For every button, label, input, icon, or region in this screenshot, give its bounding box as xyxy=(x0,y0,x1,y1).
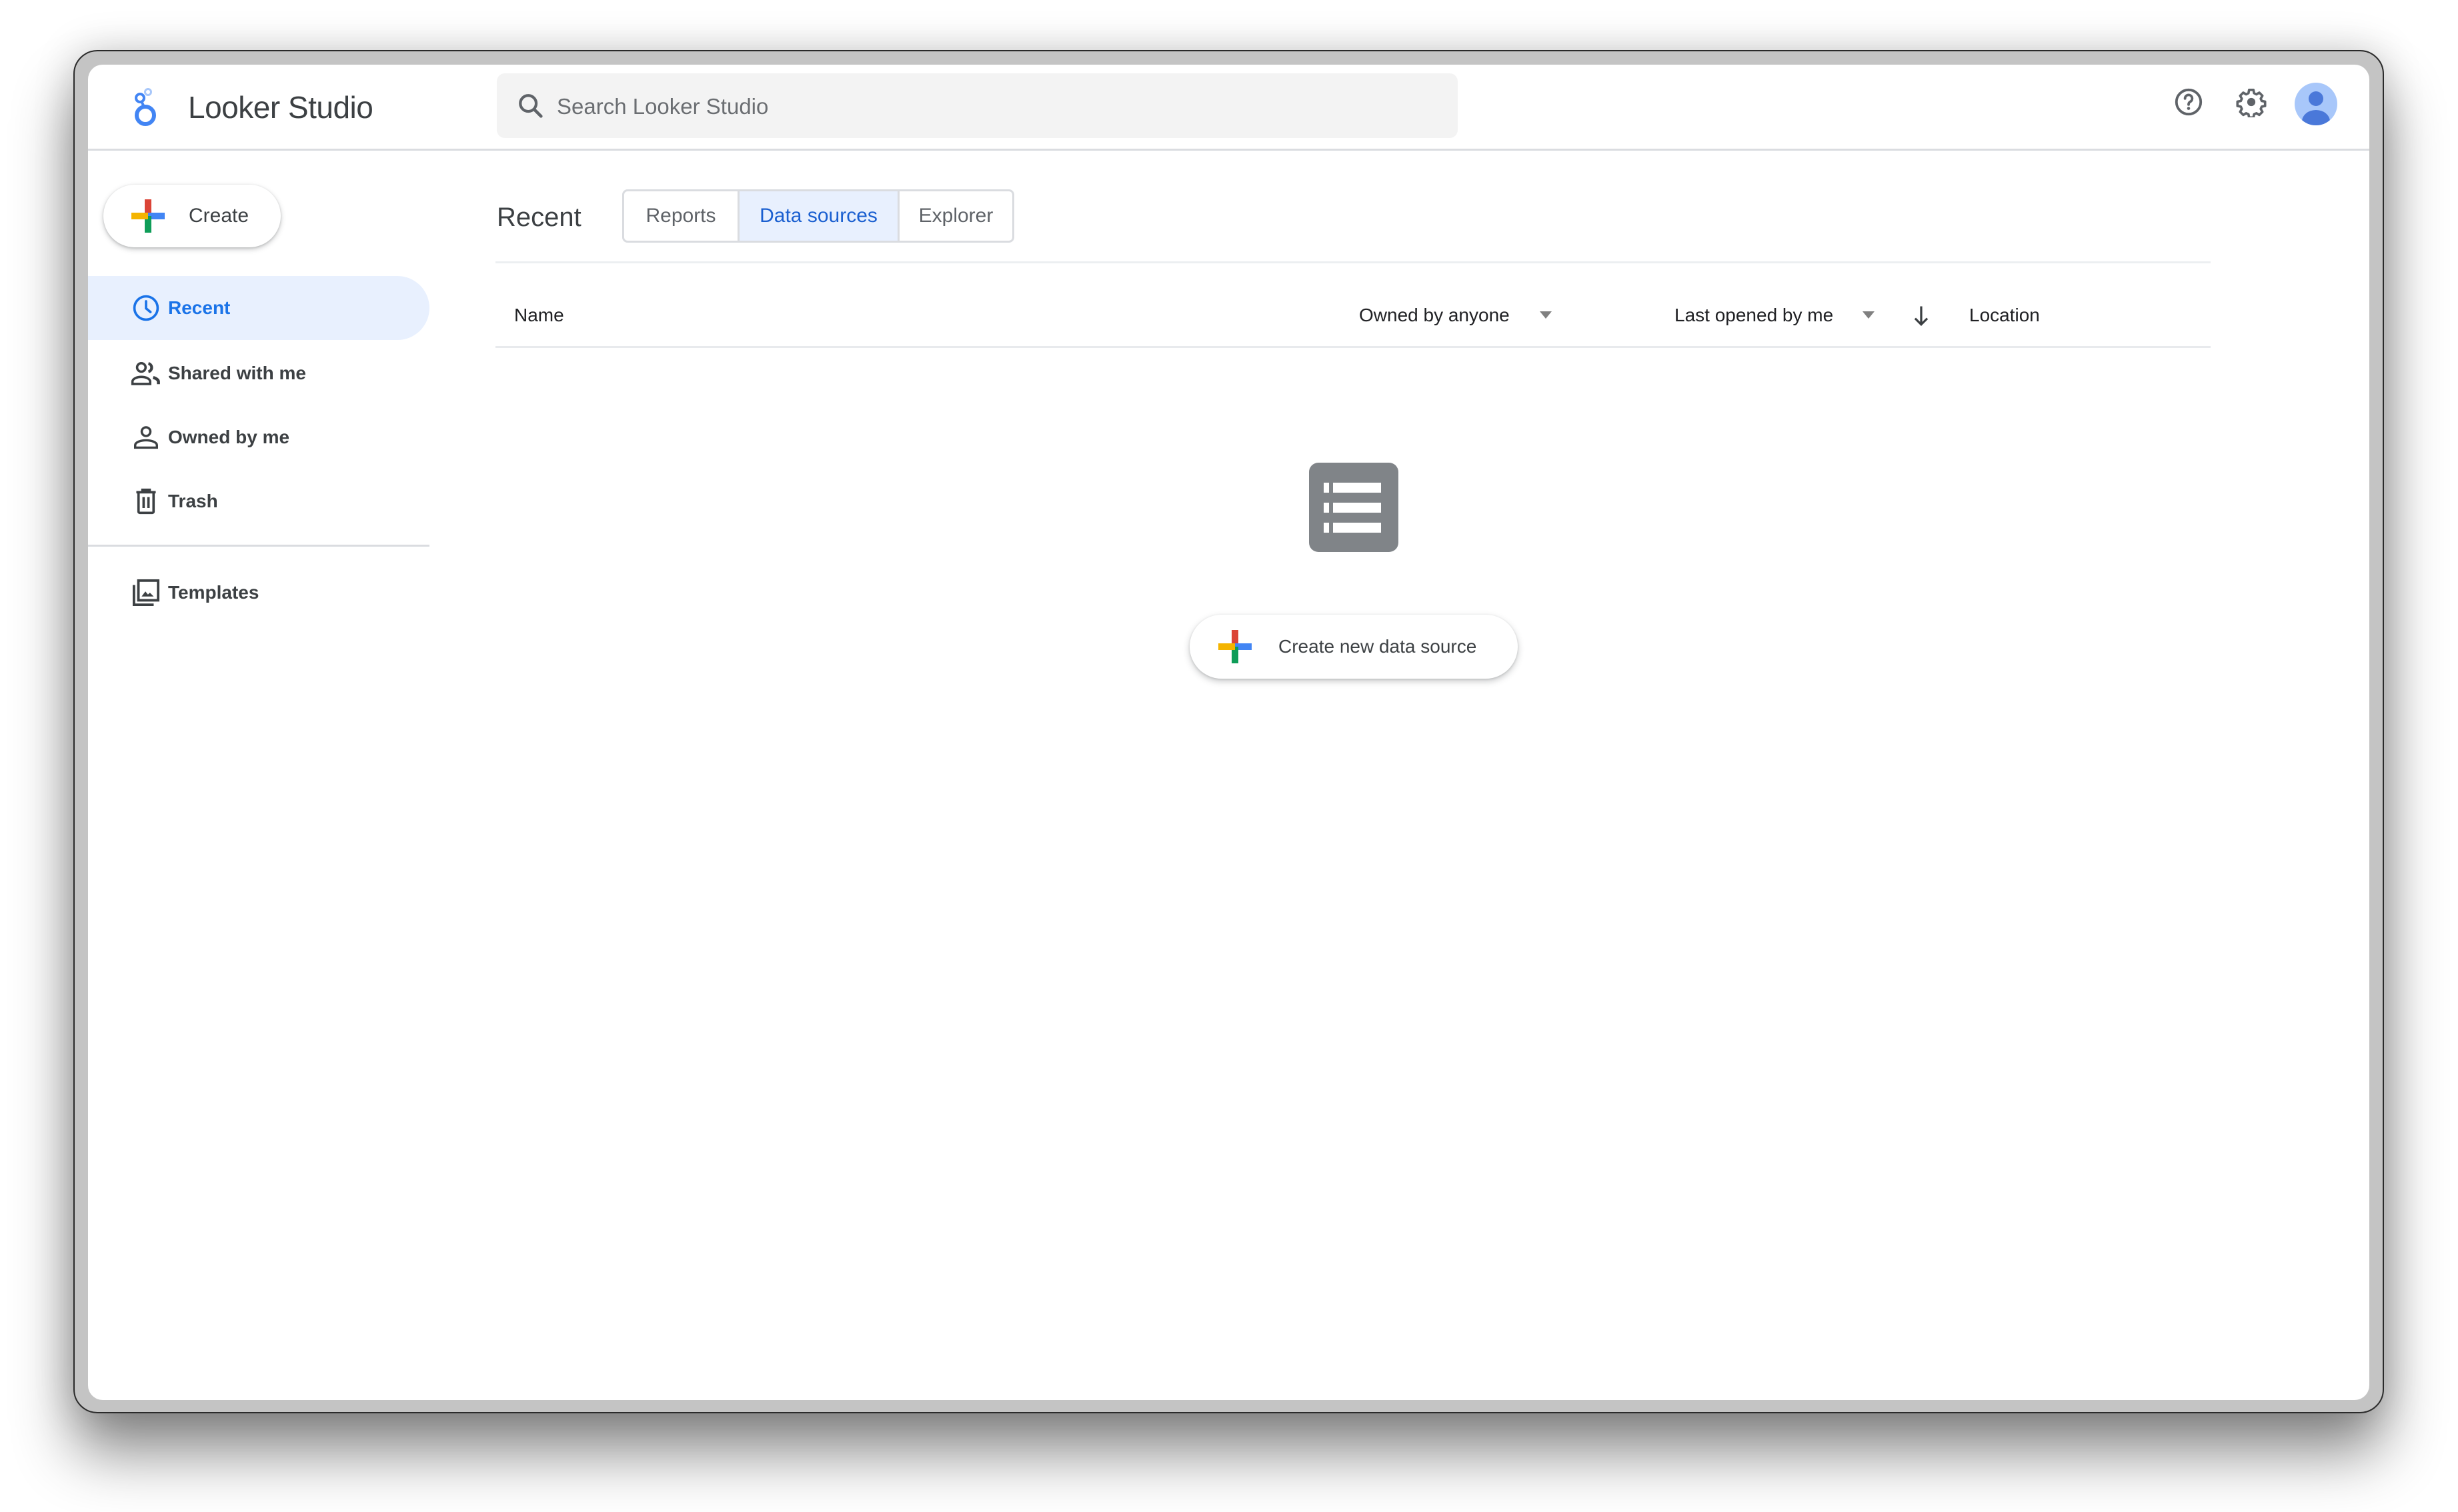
looker-studio-logo-icon[interactable] xyxy=(129,87,161,127)
sidebar-item-recent[interactable]: Recent xyxy=(88,276,429,340)
sidebar-item-label: Owned by me xyxy=(168,427,290,447)
sidebar-divider xyxy=(88,545,429,547)
list-icon xyxy=(1309,463,1398,552)
last-opened-sort-dropdown[interactable]: Last opened by me xyxy=(1674,302,1833,329)
templates-icon xyxy=(131,577,161,608)
create-new-data-source-label: Create new data source xyxy=(1278,636,1477,657)
search-icon[interactable] xyxy=(515,91,546,121)
sidebar-item-owned-by-me[interactable]: Owned by me xyxy=(88,405,429,469)
person-icon xyxy=(131,422,161,453)
column-header-location: Location xyxy=(1969,305,2040,325)
content-type-tabs: Reports Data sources Explorer xyxy=(622,189,1014,243)
owner-filter-dropdown[interactable]: Owned by anyone xyxy=(1359,302,1510,329)
sidebar-item-shared-with-me[interactable]: Shared with me xyxy=(88,341,429,405)
sidebar-item-templates[interactable]: Templates xyxy=(88,561,429,625)
page-title: Recent xyxy=(497,203,581,232)
google-plus-icon xyxy=(131,199,165,233)
create-new-data-source-button[interactable]: Create new data source xyxy=(1190,615,1518,679)
settings-button[interactable] xyxy=(2229,79,2274,125)
help-button[interactable] xyxy=(2166,79,2211,125)
account-avatar-icon xyxy=(2302,91,2330,125)
tab-reports[interactable]: Reports xyxy=(624,191,738,241)
owner-dropdown-caret-icon[interactable] xyxy=(1540,311,1552,319)
help-circle-icon xyxy=(2175,88,2203,116)
search-input[interactable] xyxy=(555,73,1425,139)
search-bar[interactable] xyxy=(497,73,1458,139)
tabs-divider xyxy=(495,261,2211,263)
clock-icon xyxy=(131,293,161,323)
trash-icon xyxy=(131,486,161,517)
create-button-label: Create xyxy=(189,205,249,227)
sidebar-item-label: Recent xyxy=(168,297,231,318)
table-header-divider xyxy=(495,346,2211,348)
google-plus-icon xyxy=(1218,630,1252,663)
sidebar-item-label: Trash xyxy=(168,491,218,511)
sidebar-item-label: Shared with me xyxy=(168,363,306,383)
sidebar-item-label: Templates xyxy=(168,582,259,603)
tab-data-sources[interactable]: Data sources xyxy=(738,191,898,241)
create-button[interactable]: Create xyxy=(103,185,281,247)
account-avatar[interactable] xyxy=(2295,83,2337,125)
people-icon xyxy=(131,358,161,389)
sidebar-item-trash[interactable]: Trash xyxy=(88,469,429,533)
tab-explorer[interactable]: Explorer xyxy=(898,191,1012,241)
sort-descending-arrow-icon[interactable] xyxy=(1913,303,1930,329)
app-window: Looker Studio Search Looker Studio Creat… xyxy=(88,65,2369,1400)
app-title: Looker Studio xyxy=(188,90,373,125)
top-app-bar: Looker Studio xyxy=(88,65,2369,151)
last-opened-dropdown-caret-icon[interactable] xyxy=(1863,311,1875,319)
gear-icon xyxy=(2236,88,2267,117)
column-header-name[interactable]: Name xyxy=(514,302,564,329)
